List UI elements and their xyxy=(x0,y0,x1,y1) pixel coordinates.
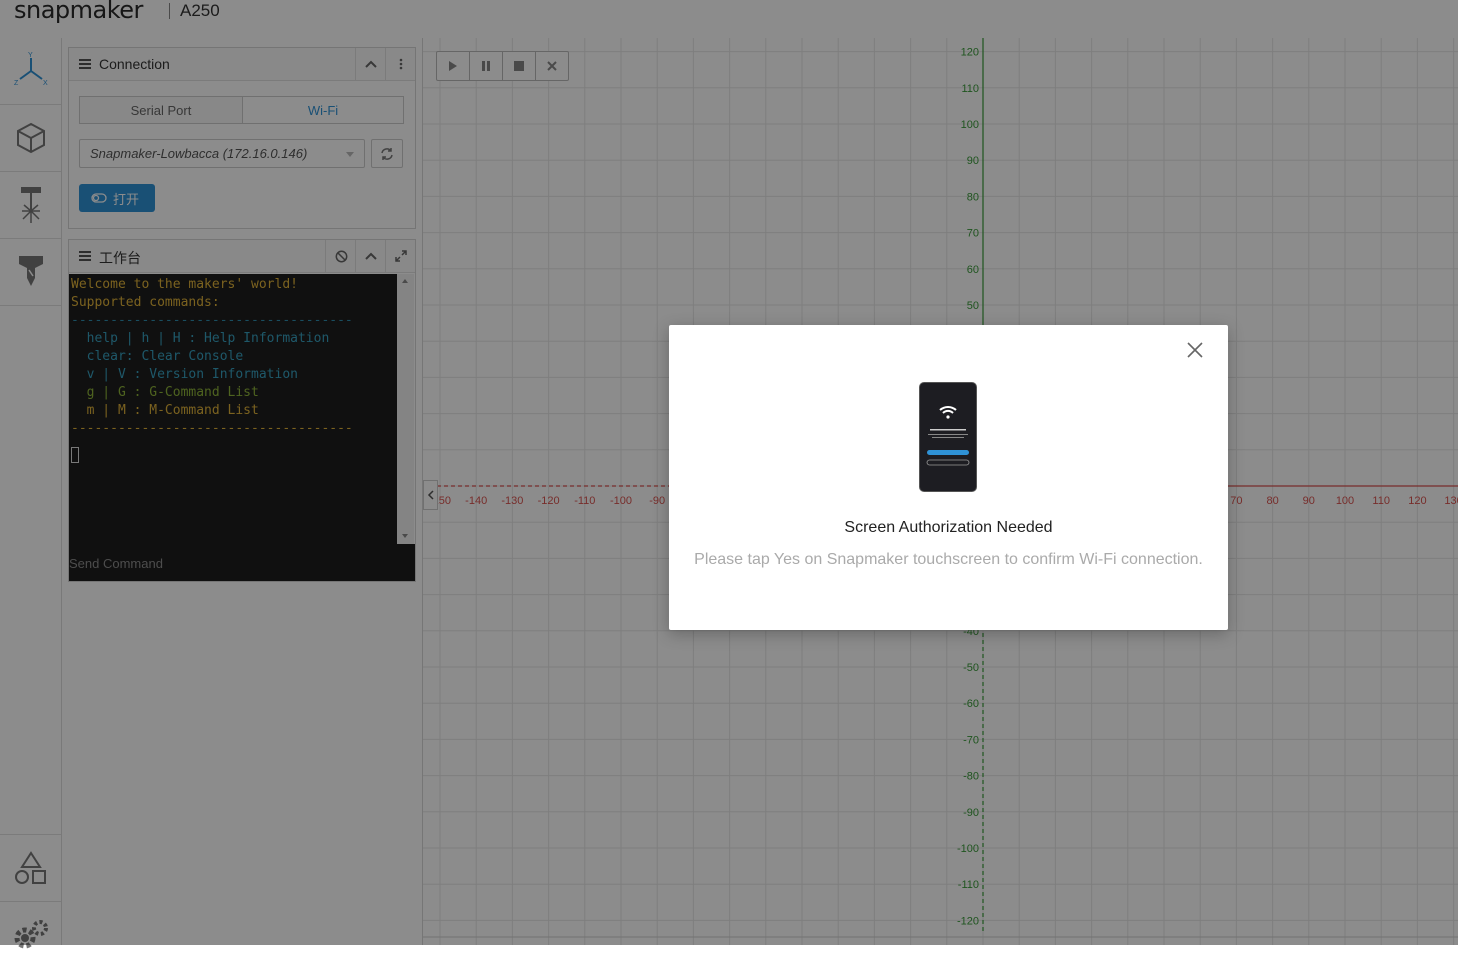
close-icon[interactable] xyxy=(1184,339,1206,361)
wifi-icon xyxy=(926,406,970,466)
modal-message: Please tap Yes on Snapmaker touchscreen … xyxy=(694,551,1203,568)
modal-title: Screen Authorization Needed xyxy=(844,519,1053,536)
authorization-modal: Screen Authorization Needed Please tap Y… xyxy=(669,325,1228,630)
wifi-phone-illustration xyxy=(919,382,977,492)
